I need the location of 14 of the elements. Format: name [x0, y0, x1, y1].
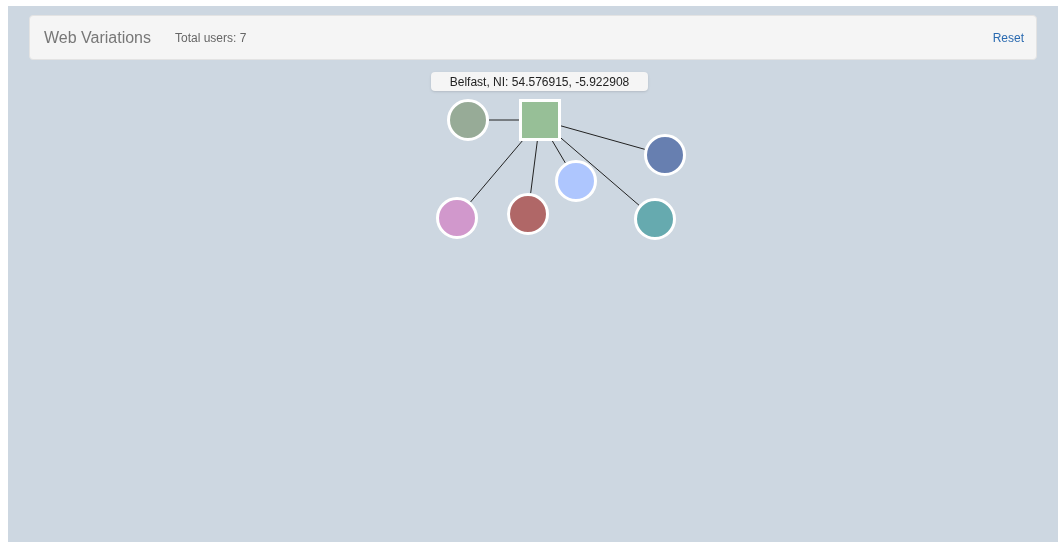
circle-node[interactable] — [634, 198, 676, 240]
connector-line — [488, 119, 520, 121]
app-title: Web Variations — [44, 27, 151, 48]
square-node[interactable] — [519, 99, 561, 141]
tooltip: Belfast, NI: 54.576915, -5.922908 — [431, 72, 648, 91]
circle-node[interactable] — [447, 99, 489, 141]
reset-link[interactable]: Reset — [992, 28, 1024, 47]
connector-line — [530, 140, 538, 194]
circle-node[interactable] — [644, 134, 686, 176]
circle-node[interactable] — [436, 197, 478, 239]
circle-node[interactable] — [555, 160, 597, 202]
circle-node[interactable] — [507, 193, 549, 235]
total-users: Total users: 7 — [175, 29, 247, 47]
connector-line — [470, 140, 523, 203]
